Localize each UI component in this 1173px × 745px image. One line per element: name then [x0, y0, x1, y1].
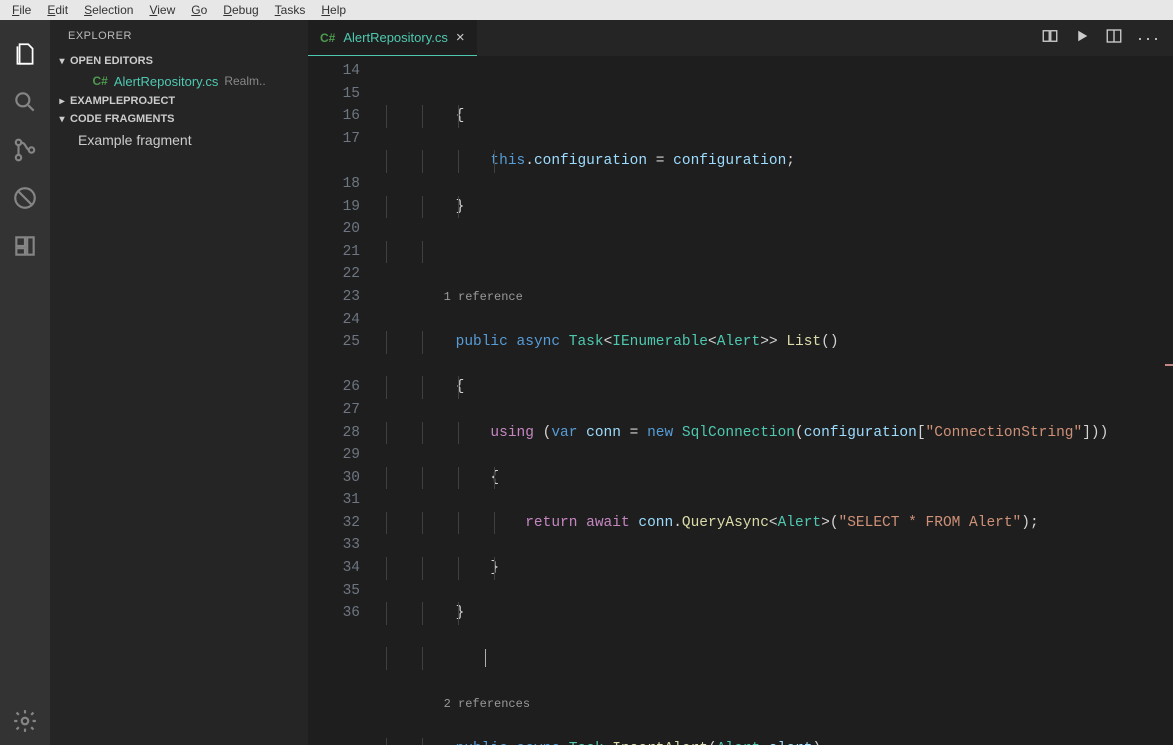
minimap-marker: [1165, 364, 1173, 366]
line-number: 20: [308, 218, 386, 241]
codelens-references[interactable]: 2 references: [444, 693, 530, 716]
line-number: 28: [308, 422, 386, 445]
line-number: 36: [308, 602, 386, 625]
menu-selection[interactable]: Selection: [76, 3, 141, 17]
code-fragments-header[interactable]: ▾ CODE FRAGMENTS: [50, 110, 308, 128]
line-number: 35: [308, 580, 386, 603]
menu-edit[interactable]: Edit: [39, 3, 76, 17]
line-number: 25: [308, 331, 386, 354]
open-editor-item[interactable]: ● C# AlertRepository.cs Realm..: [50, 70, 308, 92]
project-header[interactable]: ▸ EXAMPLEPROJECT: [50, 92, 308, 110]
chevron-down-icon: ▾: [54, 114, 70, 125]
split-editor-icon[interactable]: [1105, 27, 1123, 50]
csharp-file-icon: C#: [320, 31, 335, 45]
run-icon[interactable]: [1073, 27, 1091, 50]
activity-bar: [0, 20, 50, 745]
line-number: 30: [308, 467, 386, 490]
line-number: 15: [308, 83, 386, 106]
menu-go[interactable]: Go: [183, 3, 215, 17]
sidebar: EXPLORER ▾ OPEN EDITORS ● C# AlertReposi…: [50, 20, 308, 745]
extensions-icon[interactable]: [0, 222, 50, 270]
line-number: 32: [308, 512, 386, 535]
menu-help[interactable]: Help: [313, 3, 354, 17]
open-editors-header[interactable]: ▾ OPEN EDITORS: [50, 52, 308, 70]
debug-icon[interactable]: [0, 174, 50, 222]
tab-alertrepository[interactable]: C# AlertRepository.cs ×: [308, 20, 477, 56]
source-control-icon[interactable]: [0, 126, 50, 174]
line-number: 26: [308, 376, 386, 399]
code-editor[interactable]: 14151617 1819202122232425 2627282930313233…: [308, 56, 1173, 745]
line-number: 29: [308, 444, 386, 467]
more-icon[interactable]: ···: [1137, 28, 1161, 49]
line-number: 21: [308, 241, 386, 264]
search-icon[interactable]: [0, 78, 50, 126]
line-number: 24: [308, 309, 386, 332]
compare-icon[interactable]: [1041, 27, 1059, 50]
text-cursor: [485, 649, 486, 667]
line-gutter: 14151617 1819202122232425 2627282930313233…: [308, 56, 386, 745]
menu-view[interactable]: View: [141, 3, 183, 17]
editor-actions: ···: [1041, 20, 1173, 56]
line-number: [308, 150, 386, 173]
sidebar-title: EXPLORER: [50, 20, 308, 52]
menu-debug[interactable]: Debug: [215, 3, 266, 17]
chevron-right-icon: ▸: [54, 96, 70, 107]
line-number: 27: [308, 399, 386, 422]
open-editor-path: Realm..: [224, 74, 265, 88]
line-number: 23: [308, 286, 386, 309]
menu-file[interactable]: File: [4, 3, 39, 17]
menubar: File Edit Selection View Go Debug Tasks …: [0, 0, 1173, 20]
fragment-item[interactable]: Example fragment: [50, 128, 308, 152]
tab-label: AlertRepository.cs: [343, 30, 448, 45]
line-number: 16: [308, 105, 386, 128]
line-number: 19: [308, 196, 386, 219]
line-number: 14: [308, 60, 386, 83]
line-number: 22: [308, 263, 386, 286]
close-icon[interactable]: ×: [456, 29, 465, 46]
line-number: 31: [308, 489, 386, 512]
settings-gear-icon[interactable]: [0, 697, 50, 745]
csharp-file-icon: C#: [92, 74, 107, 88]
menu-tasks[interactable]: Tasks: [267, 3, 314, 17]
line-number: 18: [308, 173, 386, 196]
explorer-icon[interactable]: [0, 30, 50, 78]
line-number: [308, 354, 386, 377]
line-number: 34: [308, 557, 386, 580]
open-editor-filename: AlertRepository.cs: [114, 74, 219, 89]
tab-bar: C# AlertRepository.cs × ···: [308, 20, 1173, 56]
line-number: 17: [308, 128, 386, 151]
codelens-references[interactable]: 1 reference: [444, 286, 523, 309]
line-number: 33: [308, 534, 386, 557]
code-content[interactable]: { this.configuration = configuration; } …: [386, 56, 1173, 745]
editor-area: C# AlertRepository.cs × ··· 14151617 1819…: [308, 20, 1173, 745]
chevron-down-icon: ▾: [54, 56, 70, 67]
